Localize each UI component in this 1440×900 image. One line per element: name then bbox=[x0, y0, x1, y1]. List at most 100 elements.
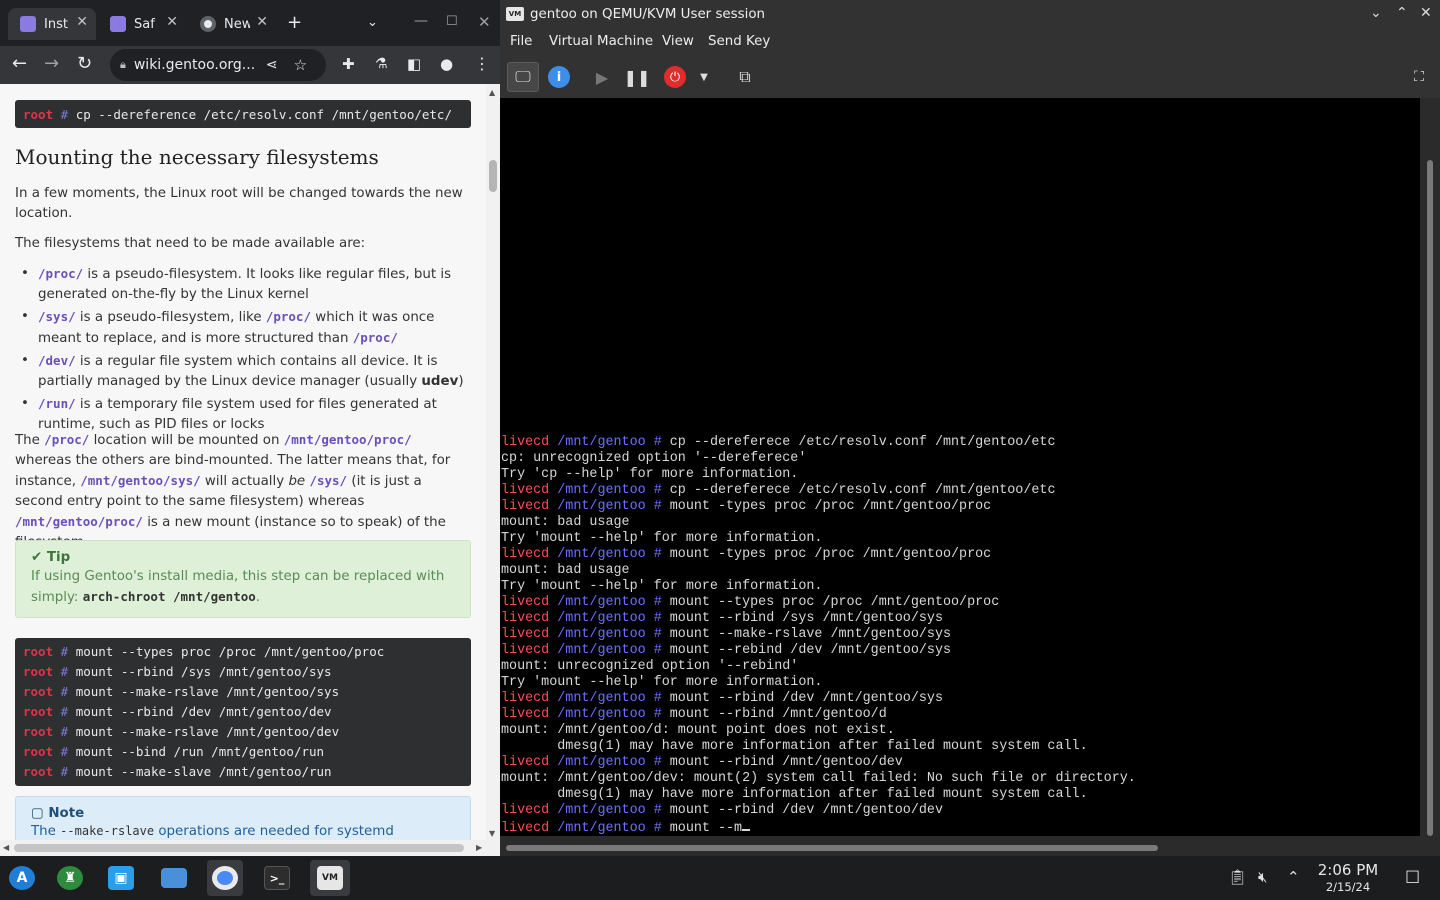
reload-icon[interactable]: ↻ bbox=[77, 53, 92, 75]
menu-virtual-machine[interactable]: Virtual Machine bbox=[549, 34, 653, 49]
console-horizontal-scrollbar[interactable] bbox=[500, 838, 1440, 856]
close-tab-icon[interactable]: ✕ bbox=[256, 14, 268, 30]
close-window-icon[interactable]: ✕ bbox=[478, 12, 491, 32]
side-panel-icon[interactable]: ◧ bbox=[407, 53, 421, 75]
mount-explanation-paragraph: The /proc/ location will be mounted on /… bbox=[15, 430, 471, 553]
menu-file[interactable]: File bbox=[510, 34, 532, 49]
vm-console-screen[interactable]: livecd /mnt/gentoo # cp --dereferece /et… bbox=[500, 98, 1420, 836]
output-text: Try 'mount --help' for more information. bbox=[501, 531, 823, 546]
terminal-line: dmesg(1) may have more information after… bbox=[501, 739, 1136, 755]
vm-window-title: gentoo on QEMU/KVM User session bbox=[530, 6, 766, 22]
terminal-line: Try 'mount --help' for more information. bbox=[501, 675, 1136, 691]
output-text: mount: bad usage bbox=[501, 515, 630, 530]
prompt-path: /mnt/gentoo # bbox=[557, 707, 662, 722]
launcher-button[interactable]: A bbox=[4, 860, 40, 896]
prompt-user: root bbox=[23, 644, 54, 659]
prompt-hash: # bbox=[60, 107, 69, 122]
shutdown-button[interactable]: ⏻ bbox=[664, 66, 686, 88]
menu-kebab-icon[interactable]: ⋮ bbox=[474, 53, 490, 75]
new-tab-icon[interactable]: + bbox=[287, 13, 302, 33]
volume-muted-icon[interactable]: 🔇︎ bbox=[1258, 868, 1267, 886]
forward-icon[interactable]: → bbox=[44, 53, 59, 75]
page-vertical-scrollbar[interactable]: ▲ ▼ bbox=[486, 84, 500, 840]
output-text: cp: unrecognized option '--dereferece' bbox=[501, 451, 807, 466]
minimize-icon[interactable]: — bbox=[414, 11, 428, 31]
show-desktop-icon[interactable]: ☐ bbox=[1405, 868, 1420, 888]
scrollbar-thumb[interactable] bbox=[14, 844, 464, 852]
taskbar-app-files[interactable] bbox=[156, 860, 192, 896]
scrollbar-thumb[interactable] bbox=[1427, 160, 1433, 836]
prompt-user: livecd bbox=[501, 691, 550, 706]
taskbar-app-terminal[interactable]: >_ bbox=[259, 860, 295, 896]
tab-new[interactable]: New ✕ bbox=[188, 8, 276, 40]
scrollbar-thumb[interactable] bbox=[506, 845, 1158, 851]
taskbar-app-store[interactable]: ▣ bbox=[103, 860, 139, 896]
code-line: root # mount --rbind /sys /mnt/gentoo/sy… bbox=[23, 662, 463, 682]
fullscreen-icon: ⛶ bbox=[1414, 69, 1424, 85]
show-console-button[interactable]: 🖵︎ bbox=[507, 62, 539, 92]
terminal-line: Try 'cp --help' for more information. bbox=[501, 467, 1136, 483]
shutdown-menu-button[interactable]: ▼ bbox=[697, 64, 711, 90]
prompt-user: livecd bbox=[501, 643, 550, 658]
browser-toolbar: ← → ↻ 🔒︎ wiki.gentoo.org... ⋖ ☆ ✚ ⚗ ◧ ● … bbox=[0, 46, 500, 84]
list-text: is a pseudo-filesystem. It looks like re… bbox=[38, 267, 452, 302]
code-line: root # mount --bind /run /mnt/gentoo/run bbox=[23, 742, 463, 762]
extensions-icon[interactable]: ✚ bbox=[342, 53, 355, 75]
list-text: ) bbox=[458, 374, 464, 389]
scroll-up-arrow-icon[interactable]: ▲ bbox=[489, 88, 495, 97]
page-horizontal-scrollbar[interactable]: ◀ ▶ bbox=[0, 840, 500, 856]
chevron-up-icon[interactable]: ⌃ bbox=[1396, 5, 1408, 21]
scroll-left-arrow-icon[interactable]: ◀ bbox=[3, 843, 9, 852]
tray-expand-chevron-icon[interactable]: ⌃ bbox=[1287, 868, 1300, 886]
close-tab-icon[interactable]: ✕ bbox=[166, 14, 178, 30]
output-text: Try 'cp --help' for more information. bbox=[501, 467, 799, 482]
command-text: mount --make-rslave /mnt/gentoo/dev bbox=[75, 724, 340, 739]
command-text: mount --types proc /proc /mnt/gentoo/pro… bbox=[75, 644, 385, 659]
check-circle-icon: ✔ bbox=[31, 550, 47, 565]
console-vertical-scrollbar[interactable] bbox=[1420, 98, 1440, 838]
chevron-down-icon[interactable]: ⌄ bbox=[1370, 5, 1382, 21]
tab-search-chevron-icon[interactable]: ⌄ bbox=[367, 13, 378, 33]
clock[interactable]: 2:06 PM 2/15/24 bbox=[1312, 860, 1384, 894]
menu-view[interactable]: View bbox=[662, 34, 694, 49]
clipboard-icon[interactable]: 📋︎ bbox=[1228, 868, 1247, 886]
show-details-button[interactable]: i bbox=[548, 66, 570, 88]
scroll-right-arrow-icon[interactable]: ▶ bbox=[476, 843, 482, 852]
prompt-path: /mnt/gentoo # bbox=[557, 435, 662, 450]
maximize-icon[interactable]: ☐ bbox=[446, 12, 458, 32]
terminal-line: livecd /mnt/gentoo # mount --rbind /dev … bbox=[501, 803, 1136, 819]
fullscreen-button[interactable]: ⛶ bbox=[1408, 64, 1430, 90]
tab-safe[interactable]: Saf ✕ bbox=[98, 8, 186, 40]
para-text: will actually bbox=[200, 474, 289, 489]
snapshots-button[interactable]: ⧉ bbox=[734, 64, 756, 90]
back-icon[interactable]: ← bbox=[12, 53, 27, 75]
virt-manager-app-icon: VM bbox=[506, 7, 524, 21]
run-button[interactable]: ▶ bbox=[592, 64, 612, 90]
code-line: root # mount --types proc /proc /mnt/gen… bbox=[23, 642, 463, 662]
share-icon[interactable]: ⋖ bbox=[266, 57, 278, 73]
output-text: Try 'mount --help' for more information. bbox=[501, 579, 823, 594]
command-text: mount --rbind /dev /mnt/gentoo/sys bbox=[661, 691, 943, 706]
close-window-icon[interactable]: ✕ bbox=[1420, 5, 1432, 21]
snapshots-icon: ⧉ bbox=[739, 67, 751, 86]
terminal-line: livecd /mnt/gentoo # mount --rebind /dev… bbox=[501, 643, 1136, 659]
tab-install[interactable]: Inst ✕ bbox=[8, 8, 96, 40]
profile-avatar-icon[interactable]: ● bbox=[440, 53, 453, 75]
scroll-down-arrow-icon[interactable]: ▼ bbox=[489, 829, 495, 838]
pause-button[interactable]: ❚❚ bbox=[624, 64, 651, 90]
bookmark-star-icon[interactable]: ☆ bbox=[294, 56, 307, 74]
taskbar-app-virt-manager[interactable]: VM bbox=[310, 860, 350, 896]
taskbar-app-discover[interactable]: ♜ bbox=[52, 860, 88, 896]
filesystem-list: /proc/ is a pseudo-filesystem. It looks … bbox=[15, 264, 475, 437]
prompt-user: root bbox=[23, 664, 54, 679]
scrollbar-thumb[interactable] bbox=[489, 160, 497, 192]
terminal-line: livecd /mnt/gentoo # mount --rbind /mnt/… bbox=[501, 755, 1136, 771]
taskbar-app-chrome[interactable] bbox=[207, 860, 243, 896]
lab-flask-icon[interactable]: ⚗ bbox=[375, 53, 388, 75]
address-bar[interactable]: 🔒︎ wiki.gentoo.org... ⋖ ☆ bbox=[110, 49, 326, 81]
close-tab-icon[interactable]: ✕ bbox=[76, 14, 88, 30]
terminal-line: mount: unrecognized option '--rebind' bbox=[501, 659, 1136, 675]
list-item: /sys/ is a pseudo-filesystem, like /proc… bbox=[15, 307, 475, 349]
menu-send-key[interactable]: Send Key bbox=[708, 34, 770, 49]
note-title-text: Note bbox=[48, 806, 85, 821]
